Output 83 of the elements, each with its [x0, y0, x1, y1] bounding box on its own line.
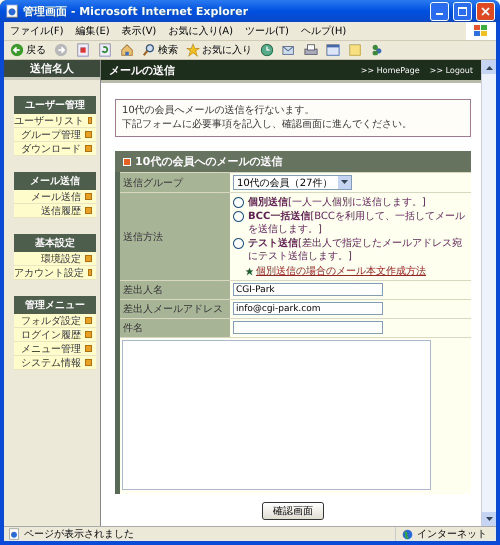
group-dropdown[interactable]: 10代の会員（27件）	[233, 175, 352, 190]
windows-logo-icon	[473, 24, 489, 38]
radio-label: 個別送信[一人一人個別に送信します。]	[248, 196, 426, 209]
star-icon	[245, 266, 254, 276]
radio-label: テスト送信[差出人で指定したメールアドレス宛にテスト送信します。]	[248, 237, 463, 263]
minimize-icon	[436, 13, 443, 15]
field-label: 差出人メールアドレス	[120, 300, 230, 318]
home-icon	[120, 43, 134, 57]
field-label: 送信グループ	[120, 173, 230, 192]
sidebar-item[interactable]: ログイン履歴	[14, 328, 96, 342]
print-icon	[304, 43, 318, 57]
menu-item[interactable]: ファイル(F)	[4, 24, 70, 38]
text-field[interactable]: CGI-Park	[233, 283, 383, 296]
edit-icon	[326, 43, 340, 57]
page-title: メールの送信	[109, 62, 176, 78]
menu-item[interactable]: 編集(E)	[70, 24, 116, 38]
toolbar-button[interactable]: 戻る	[8, 43, 48, 57]
favorites-icon	[186, 43, 200, 57]
text-field[interactable]	[233, 321, 383, 334]
menu-item[interactable]: 表示(V)	[116, 24, 162, 38]
close-icon	[481, 6, 490, 16]
maximize-icon	[458, 6, 467, 16]
sidebar-item[interactable]: フォルダ設定	[14, 314, 96, 328]
confirm-button[interactable]: 確認画面	[262, 502, 324, 520]
minimize-button[interactable]	[430, 2, 449, 20]
sidebar-item[interactable]: メール送信	[14, 190, 96, 204]
sidebar-item[interactable]: 送信履歴	[14, 204, 96, 218]
notice-box: 10代の会員へメールの送信を行ないます。 下記フォームに必要事項を記入し、確認画面に進んでください。	[115, 99, 471, 137]
toolbar-button[interactable]: お気に入り	[184, 43, 254, 57]
sidebar-item[interactable]: 環境設定	[14, 252, 96, 266]
panel-title: 10代の会員へのメールの送信	[135, 154, 282, 169]
toolbar-button[interactable]	[302, 43, 320, 57]
radio-button[interactable]	[233, 238, 244, 249]
close-button[interactable]	[476, 2, 495, 20]
sidebar-item[interactable]: アカウント設定	[14, 266, 96, 280]
globe-icon	[402, 528, 413, 540]
sidebar-item[interactable]: システム情報	[14, 356, 96, 370]
history-icon	[260, 43, 274, 57]
refresh-icon	[98, 43, 112, 57]
caret-icon	[341, 180, 348, 185]
header-link[interactable]: >> Logout	[430, 66, 473, 74]
text-field[interactable]: info@cgi-park.com	[233, 302, 383, 315]
mail-icon	[282, 43, 296, 57]
status-text: ページが表示されました	[24, 528, 135, 541]
radio-button[interactable]	[233, 211, 244, 222]
field-label: 送信方法	[120, 193, 230, 280]
scrollbar[interactable]	[481, 60, 496, 526]
radio-label: BCC一括送信[BCCを利用して、一括してメールを送信します。]	[248, 210, 466, 236]
bullet-icon	[123, 158, 131, 166]
zone-text: インターネット	[417, 528, 487, 541]
section-title: 基本設定	[14, 234, 96, 252]
sidebar-item[interactable]: ユーザーリスト	[14, 114, 96, 128]
maximize-button[interactable]	[453, 2, 472, 20]
sidebar-item[interactable]: グループ管理	[14, 128, 96, 142]
back-icon	[10, 43, 24, 57]
section-title: メール送信	[14, 172, 96, 190]
menu-item[interactable]: お気に入り(A)	[162, 24, 239, 38]
up-arrow-icon	[486, 64, 492, 70]
section-title: 管理メニュー	[14, 296, 96, 314]
message-body-field[interactable]	[122, 340, 431, 490]
sidebar-item[interactable]: ダウンロード	[14, 142, 96, 156]
radio-button[interactable]	[233, 197, 244, 208]
sidebar-title: 送信名人	[4, 60, 100, 80]
messenger-icon	[370, 43, 384, 57]
menu-item[interactable]: ヘルプ(H)	[294, 24, 352, 38]
field-label: 差出人名	[120, 281, 230, 299]
header-link[interactable]: >> HomePage	[360, 66, 420, 74]
toolbar-button[interactable]	[324, 43, 342, 57]
toolbar-button[interactable]	[258, 43, 276, 57]
stop-icon	[76, 43, 90, 57]
forward-icon	[54, 43, 68, 57]
menu-item[interactable]: ツール(T)	[239, 24, 295, 38]
search-icon	[142, 43, 156, 57]
down-arrow-icon	[486, 516, 492, 522]
page-icon	[5, 4, 19, 18]
toolbar-button[interactable]: 検索	[140, 43, 180, 57]
field-label: 件名	[120, 319, 230, 337]
help-link[interactable]: 個別送信の場合のメール本文作成方法	[256, 264, 426, 278]
sidebar-item[interactable]: メニュー管理	[14, 342, 96, 356]
notes-icon	[348, 43, 362, 57]
page-icon	[8, 528, 20, 540]
section-title: ユーザー管理	[14, 96, 96, 114]
window-title: 管理画面 - Microsoft Internet Explorer	[23, 4, 249, 18]
